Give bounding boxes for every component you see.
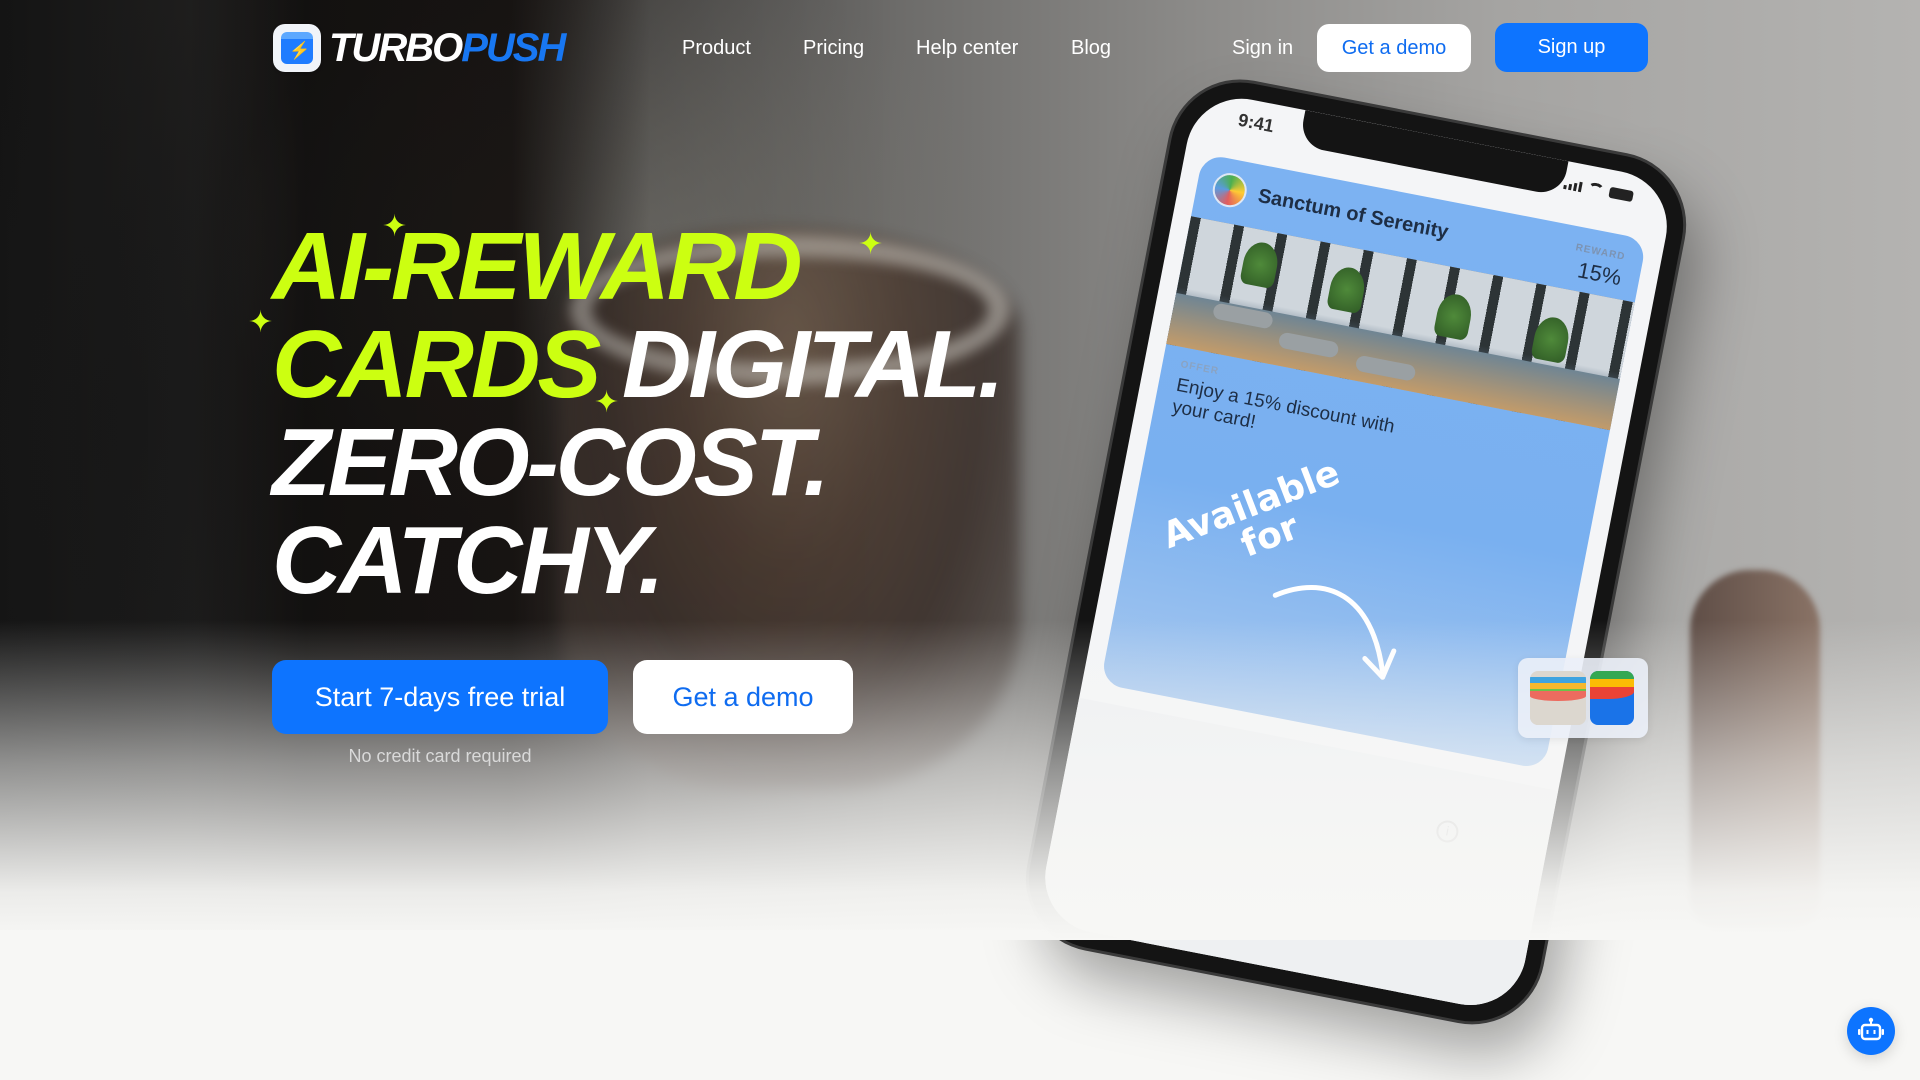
plant-shape <box>1326 264 1368 315</box>
sparkle-icon: ✦ <box>382 210 408 243</box>
status-time: 9:41 <box>1236 109 1276 137</box>
headline-line-4: CATCHY. <box>272 507 665 614</box>
nav-link-blog[interactable]: Blog <box>1071 36 1111 60</box>
robot-icon <box>1858 1017 1884 1041</box>
hero-headline: AI-REWARD CARDS DIGITAL. ZERO-COST. CATC… <box>248 212 1005 614</box>
logo-wordmark: TURBOPUSH <box>329 24 566 72</box>
headline-cards: CARDS <box>272 311 601 418</box>
logo-text-push: PUSH <box>461 26 566 70</box>
plant-shape <box>1432 291 1475 342</box>
chatbot-button[interactable] <box>1847 1007 1895 1055</box>
apple-wallet-icon <box>1530 671 1586 725</box>
signal-icon <box>1563 179 1583 193</box>
wifi-icon <box>1586 181 1605 197</box>
reward-value: 15% <box>1575 257 1624 291</box>
headline-digital: DIGITAL. <box>622 311 1004 418</box>
logo-text-turbo: TURBO <box>329 26 463 70</box>
sparkle-icon: ✦ <box>594 386 620 419</box>
offer-text: Enjoy a 15% discount with your card! <box>1170 374 1397 438</box>
offer-label: OFFER <box>1179 359 1220 378</box>
sign-in-link[interactable]: Sign in <box>1232 36 1293 60</box>
logo[interactable]: ⚡ TURBOPUSH <box>273 24 566 72</box>
nav-link-product[interactable]: Product <box>682 36 751 60</box>
headline-line-3: ZERO-COST. <box>272 409 830 516</box>
sparkle-icon: ✦ <box>248 306 274 339</box>
lightning-bolt-icon: ⚡ <box>273 24 321 72</box>
top-navbar: ⚡ TURBOPUSH Product Pricing Help center … <box>0 0 1920 96</box>
no-credit-card-note: No credit card required <box>348 746 532 766</box>
battery-icon <box>1608 186 1634 203</box>
start-free-trial-button[interactable]: Start 7-days free trial <box>272 660 608 734</box>
business-logo-icon <box>1209 170 1250 211</box>
hero-get-demo-button[interactable]: Get a demo <box>633 660 853 734</box>
nav-link-pricing[interactable]: Pricing <box>803 36 864 60</box>
wallet-badges <box>1518 658 1648 738</box>
google-wallet-icon <box>1590 671 1634 725</box>
headline-line-2: CARDS DIGITAL. <box>272 316 1005 414</box>
sign-up-button[interactable]: Sign up <box>1495 23 1648 72</box>
nav-get-demo-button[interactable]: Get a demo <box>1317 24 1471 72</box>
status-icons <box>1563 177 1634 203</box>
plant-shape <box>1530 314 1573 365</box>
plant-shape <box>1239 239 1282 290</box>
nav-link-help-center[interactable]: Help center <box>916 36 1018 60</box>
available-for-annotation: Available for <box>1157 452 1357 589</box>
sparkle-icon: ✦ <box>858 228 884 261</box>
